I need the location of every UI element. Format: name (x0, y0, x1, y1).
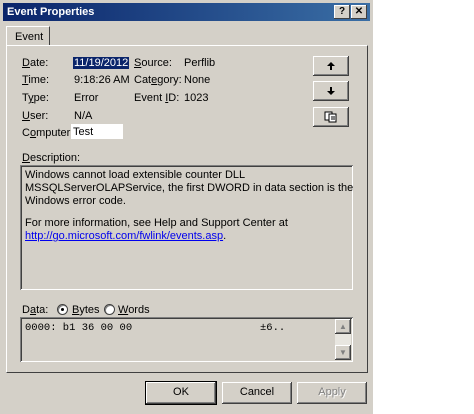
link-suffix: . (223, 230, 227, 242)
computer-field[interactable]: Test (71, 124, 123, 139)
arrow-down-icon (327, 87, 335, 95)
category-label: Category: (134, 74, 182, 86)
data-scrollbar[interactable]: ▲ ▼ (335, 319, 351, 360)
event-id-value: 1023 (184, 92, 209, 104)
event-id-label: Event ID: (134, 92, 180, 104)
close-button[interactable]: ✕ (351, 5, 367, 19)
title-bar[interactable]: Event Properties ? ✕ (3, 3, 370, 21)
copy-button[interactable] (313, 107, 349, 127)
tab-event[interactable]: Event (6, 26, 50, 46)
ascii-line: ±6.. (260, 322, 286, 334)
ok-button[interactable]: OK (145, 381, 217, 405)
help-button[interactable]: ? (334, 5, 350, 19)
computer-value: Test (73, 126, 94, 138)
time-value: 9:18:26 AM (74, 74, 130, 86)
help-link[interactable]: http://go.microsoft.com/fwlink/events.as… (25, 230, 223, 242)
description-label: Description: (22, 152, 81, 164)
bytes-label[interactable]: Bytes (72, 304, 100, 316)
user-value: N/A (74, 110, 93, 122)
date-value[interactable]: 11/19/2012 (73, 57, 130, 69)
scroll-down-button[interactable]: ▼ (335, 345, 351, 360)
words-radio[interactable] (104, 304, 115, 315)
scroll-up-button[interactable]: ▲ (335, 319, 351, 334)
words-label[interactable]: Words (118, 304, 150, 316)
copy-icon (324, 111, 337, 123)
apply-button[interactable]: Apply (297, 382, 367, 404)
previous-event-button[interactable] (313, 56, 349, 76)
cancel-button[interactable]: Cancel (222, 382, 292, 404)
tab-event-label: Event (15, 31, 44, 43)
description-line-3: Windows error code. (25, 195, 126, 207)
hex-line: 0000: b1 36 00 00 (25, 322, 133, 334)
source-value: Perflib (184, 57, 216, 69)
time-label: Time: (22, 74, 50, 86)
arrow-up-icon (327, 62, 335, 70)
bytes-radio[interactable] (57, 304, 68, 315)
radio-selected-dot (61, 308, 64, 311)
description-line-2: MSSQLServerOLAPService, the first DWORD … (25, 182, 354, 194)
data-label: Data: (22, 304, 49, 316)
user-label: User: (22, 110, 49, 122)
data-box[interactable]: 0000: b1 36 00 00 ±6.. ▲ ▼ (20, 317, 353, 362)
date-label: Date: (22, 57, 49, 69)
type-label: Type: (22, 92, 49, 104)
source-label: Source: (134, 57, 172, 69)
description-box[interactable]: Windows cannot load extensible counter D… (20, 165, 353, 290)
window-title: Event Properties (7, 6, 95, 18)
computer-label: Computer: (22, 127, 74, 139)
next-event-button[interactable] (313, 81, 349, 101)
description-line-4: For more information, see Help and Suppo… (25, 217, 288, 229)
category-value: None (184, 74, 211, 86)
event-properties-window: Event Properties ? ✕ Event Date: 11/19/2… (0, 0, 373, 414)
description-line-1: Windows cannot load extensible counter D… (25, 169, 246, 181)
type-value: Error (74, 92, 99, 104)
